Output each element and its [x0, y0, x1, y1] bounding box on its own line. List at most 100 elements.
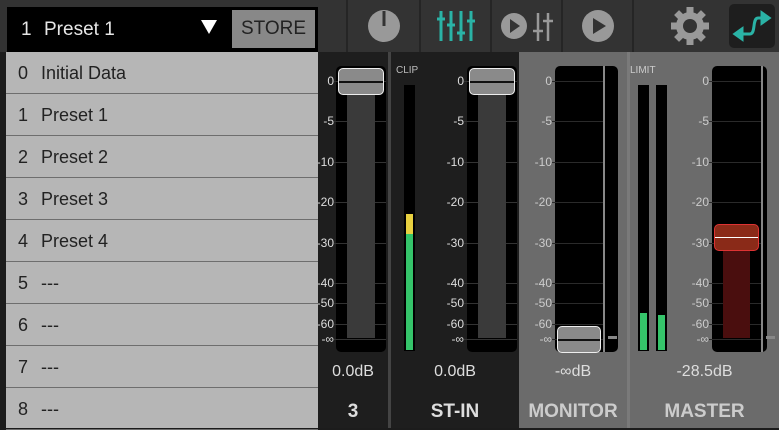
scale-label: -30	[534, 236, 552, 250]
scale-tick	[709, 162, 761, 163]
fader-knob[interactable]	[714, 223, 759, 251]
preset-list-item[interactable]: 6 ---	[6, 304, 318, 346]
preset-list-item[interactable]: 1 Preset 1	[6, 94, 318, 136]
preset-item-name: Preset 2	[41, 147, 109, 167]
scale-label: -∞	[696, 332, 709, 346]
gear-icon	[671, 7, 709, 45]
fader-fill	[478, 94, 506, 338]
level-knob-button[interactable]	[348, 0, 419, 52]
scale-label: -20	[446, 195, 464, 209]
preset-selector[interactable]: 1 Preset 1 STORE	[7, 7, 318, 52]
channel-value: 0.0dB	[434, 363, 476, 380]
preset-item-number: 7	[18, 357, 29, 377]
meter-label: LIMIT	[630, 65, 656, 76]
preset-item-name: Initial Data	[41, 63, 127, 83]
scale-label: -40	[691, 276, 709, 290]
scale-label: 0	[702, 74, 709, 88]
channel-name[interactable]: MASTER	[630, 401, 779, 423]
mixer-icon	[436, 11, 475, 41]
fader-knob[interactable]	[469, 68, 515, 95]
scale-tick	[464, 339, 517, 340]
preset-item-name: ---	[41, 357, 59, 377]
dropdown-arrow-icon[interactable]	[201, 20, 217, 34]
play-icon	[581, 10, 614, 42]
scale-label: -60	[446, 317, 464, 331]
channel-name[interactable]: ST-IN	[391, 401, 519, 423]
divider	[632, 0, 634, 52]
preset-list-item[interactable]: 7 ---	[6, 346, 318, 388]
scale-tick	[552, 81, 603, 82]
fader-knob[interactable]	[338, 68, 384, 95]
meter-fill	[640, 313, 647, 350]
settings-button[interactable]	[664, 0, 716, 52]
preset-item-number: 4	[18, 231, 29, 251]
scale-label: 0	[457, 74, 464, 88]
channel-value: 0.0dB	[332, 363, 374, 380]
preset-name: Preset 1	[44, 19, 115, 40]
scale-label: -50	[691, 296, 709, 310]
meter-fill	[406, 234, 413, 350]
preset-list-item[interactable]: 3 Preset 3	[6, 178, 318, 220]
scale-tick	[709, 202, 761, 203]
scale-label: -10	[691, 155, 709, 169]
fader-knob[interactable]	[557, 326, 601, 353]
scale-label: -5	[541, 114, 552, 128]
scale-tick	[334, 339, 386, 340]
preset-item-number: 8	[18, 399, 29, 419]
preset-item-name: ---	[41, 273, 59, 293]
meter-label: CLIP	[396, 65, 419, 76]
play-mixer-icon	[500, 13, 553, 41]
divider	[761, 66, 763, 352]
scale-label: -∞	[539, 332, 552, 346]
preset-item-name: ---	[41, 315, 59, 335]
fader-track[interactable]	[555, 66, 618, 352]
sync-button[interactable]	[729, 4, 775, 48]
scale-label: -∞	[451, 332, 464, 346]
meter-peak	[406, 214, 413, 234]
store-button[interactable]: STORE	[232, 10, 315, 48]
knob-line	[339, 81, 383, 83]
preset-item-number: 1	[18, 105, 29, 125]
channel-name[interactable]: 3	[318, 401, 388, 423]
preset-dropdown-list: 0 Initial Data 1 Preset 1 2 Preset 2 3 Preset 3…	[6, 52, 318, 430]
scale-tick	[552, 121, 603, 122]
mixer-button[interactable]	[421, 0, 490, 52]
preset-number: 1	[21, 19, 32, 40]
preset-item-name: ---	[41, 399, 59, 419]
preset-item-number: 5	[18, 273, 29, 293]
channel-value: -∞dB	[554, 363, 592, 380]
scale-label: -30	[691, 236, 709, 250]
scale-tick	[552, 303, 603, 304]
scale-tick	[552, 283, 603, 284]
channel-name[interactable]: MONITOR	[519, 401, 627, 423]
scale-label: -10	[534, 155, 552, 169]
scale-label: -50	[534, 296, 552, 310]
knob-line	[715, 236, 758, 239]
scale-label: -30	[446, 236, 464, 250]
fader-fill	[347, 94, 375, 338]
play-mixer-button[interactable]	[492, 0, 561, 52]
divider	[603, 66, 605, 352]
scale-label: -10	[446, 155, 464, 169]
play-button[interactable]	[563, 0, 632, 52]
scale-tick	[552, 324, 603, 325]
preset-list-item[interactable]: 2 Preset 2	[6, 136, 318, 178]
preset-list-item[interactable]: 0 Initial Data	[6, 52, 318, 94]
preset-list-item[interactable]: 5 ---	[6, 262, 318, 304]
scale-label: -60	[691, 317, 709, 331]
fader-fill	[723, 249, 750, 338]
scale-tick	[709, 121, 761, 122]
scale-label: -5	[453, 114, 464, 128]
swap-arrows-icon	[732, 10, 772, 42]
meter-indicator	[608, 336, 617, 339]
preset-item-number: 0	[18, 63, 29, 83]
preset-list-item[interactable]: 8 ---	[6, 388, 318, 430]
scale-label: -5	[698, 114, 709, 128]
level-knob-icon	[367, 10, 400, 42]
preset-item-name: Preset 1	[41, 105, 109, 125]
preset-item-number: 6	[18, 315, 29, 335]
scale-tick	[552, 162, 603, 163]
scale-tick	[709, 81, 761, 82]
scale-tick	[552, 202, 603, 203]
preset-list-item[interactable]: 4 Preset 4	[6, 220, 318, 262]
